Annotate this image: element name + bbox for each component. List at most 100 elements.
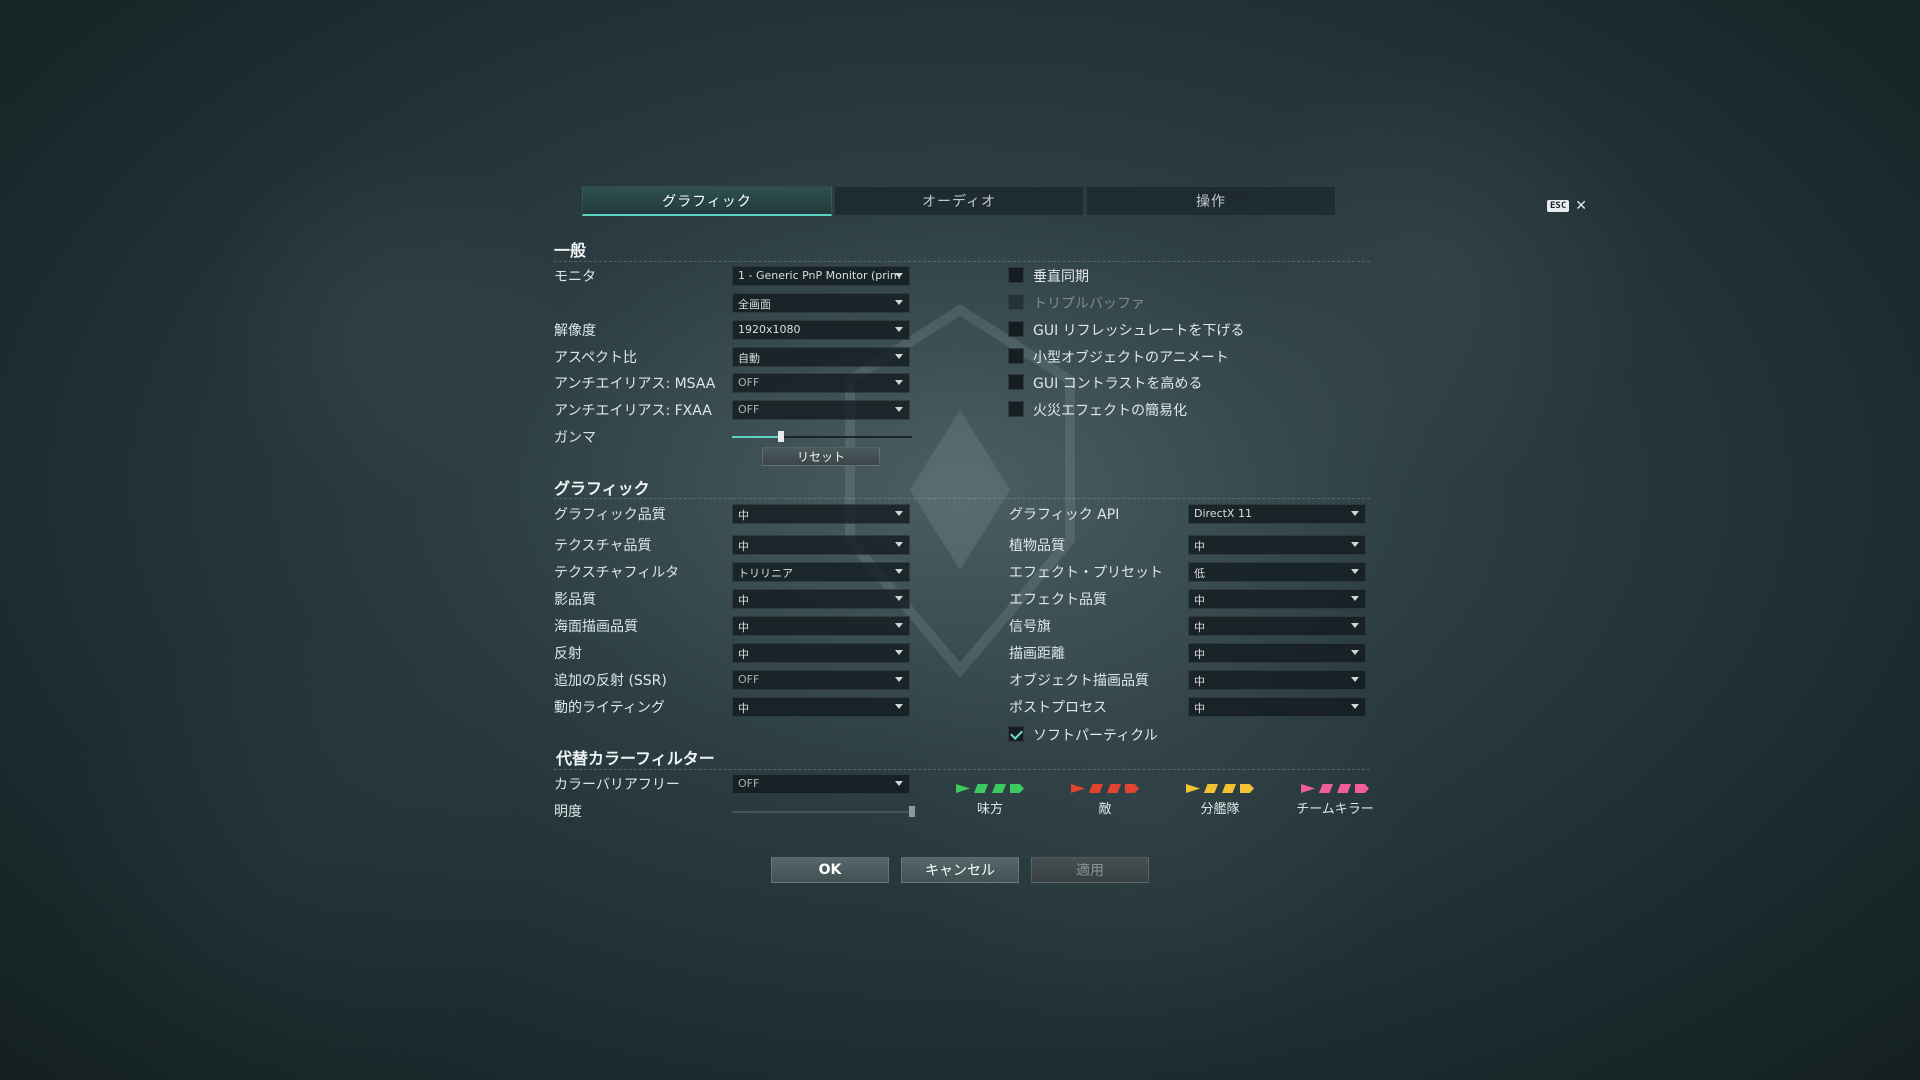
ship-marker-icon — [1355, 784, 1369, 793]
dynamic-lighting-label: 動的ライティング — [554, 700, 665, 716]
post-process-label: ポストプロセス — [1009, 700, 1107, 716]
water-quality-label: 海面描画品質 — [554, 619, 638, 635]
aspect-select[interactable]: 自動 — [732, 347, 910, 367]
water-quality-select[interactable]: 中 — [732, 616, 910, 636]
ship-marker-icon — [1186, 784, 1200, 793]
gui-contrast-checkbox[interactable] — [1008, 374, 1024, 390]
colorblind-select[interactable]: OFF — [732, 774, 910, 794]
chevron-down-icon — [1351, 677, 1359, 682]
chevron-down-icon — [1351, 623, 1359, 628]
chevron-down-icon — [1351, 569, 1359, 574]
ship-marker-icon — [1301, 784, 1315, 793]
shadow-quality-label: 影品質 — [554, 592, 596, 608]
ship-marker-icon — [1319, 784, 1333, 793]
object-quality-select[interactable]: 中 — [1188, 670, 1366, 690]
vsync-checkbox[interactable] — [1008, 267, 1024, 283]
ship-marker-icon — [1337, 784, 1351, 793]
chevron-down-icon — [895, 273, 903, 278]
vsync-label: 垂直同期 — [1033, 269, 1089, 285]
section-title-graphics: グラフィック — [554, 479, 650, 498]
chevron-down-icon — [895, 781, 903, 786]
ship-marker-icon — [956, 784, 970, 793]
gamma-slider-handle[interactable] — [777, 431, 784, 442]
reset-button[interactable]: リセット — [762, 447, 880, 466]
gui-refresh-checkbox[interactable] — [1008, 321, 1024, 337]
vegetation-quality-select[interactable]: 中 — [1188, 535, 1366, 555]
ship-marker-icon — [1089, 784, 1103, 793]
ship-marker-icon — [974, 784, 988, 793]
ship-marker-icon — [1071, 784, 1085, 793]
post-process-select[interactable]: 中 — [1188, 697, 1366, 717]
section-title-color-filter: 代替カラーフィルター — [556, 749, 715, 768]
effect-quality-select[interactable]: 中 — [1188, 589, 1366, 609]
ssr-select[interactable]: OFF — [732, 670, 910, 690]
tab-audio[interactable]: オーディオ — [834, 186, 1084, 216]
gui-contrast-label: GUI コントラストを高める — [1033, 376, 1203, 392]
effect-quality-label: エフェクト品質 — [1009, 592, 1107, 608]
chevron-down-icon — [1351, 542, 1359, 547]
graphics-api-select[interactable]: DirectX 11 — [1188, 504, 1366, 524]
texture-quality-select[interactable]: 中 — [732, 535, 910, 555]
apply-button[interactable]: 適用 — [1031, 857, 1149, 883]
fxaa-label: アンチエイリアス: FXAA — [554, 403, 712, 419]
effect-preset-select[interactable]: 低 — [1188, 562, 1366, 582]
soft-particles-checkbox[interactable] — [1008, 726, 1024, 742]
graphics-quality-label: グラフィック品質 — [554, 507, 666, 523]
fire-effect-checkbox[interactable] — [1008, 401, 1024, 417]
close-icon[interactable]: ✕ — [1575, 198, 1587, 214]
chevron-down-icon — [895, 596, 903, 601]
section-title-general: 一般 — [554, 241, 587, 260]
signal-flags-select[interactable]: 中 — [1188, 616, 1366, 636]
monitor-select[interactable]: 1 - Generic PnP Monitor (prim — [732, 266, 910, 286]
gui-refresh-label: GUI リフレッシュレートを下げる — [1033, 323, 1245, 339]
fire-effect-label: 火災エフェクトの簡易化 — [1033, 403, 1187, 419]
chevron-down-icon — [895, 704, 903, 709]
texture-quality-label: テクスチャ品質 — [554, 538, 652, 554]
object-quality-label: オブジェクト描画品質 — [1009, 673, 1149, 689]
ally-ship-icons — [940, 784, 1040, 796]
cancel-button[interactable]: キャンセル — [901, 857, 1019, 883]
ssr-label: 追加の反射 (SSR) — [554, 673, 667, 689]
legend-ally-label: 味方 — [976, 802, 1003, 817]
ship-marker-icon — [1125, 784, 1139, 793]
gamma-label: ガンマ — [554, 430, 596, 446]
reflection-label: 反射 — [554, 646, 582, 662]
team-killer-ship-icons — [1285, 784, 1385, 796]
ok-button[interactable]: OK — [771, 857, 889, 883]
ship-marker-icon — [1107, 784, 1121, 793]
close-control[interactable]: ESC ✕ — [1547, 198, 1587, 214]
fxaa-select[interactable]: OFF — [732, 400, 910, 420]
legend-team-killer-label: チームキラー — [1296, 802, 1374, 817]
tab-controls[interactable]: 操作 — [1086, 186, 1336, 216]
triple-buffer-label: トリプルバッファ — [1033, 296, 1145, 312]
small-object-anim-checkbox[interactable] — [1008, 348, 1024, 364]
aspect-label: アスペクト比 — [554, 350, 638, 366]
brightness-slider[interactable] — [732, 806, 915, 817]
tab-bar: グラフィック オーディオ 操作 — [582, 186, 1336, 216]
shadow-quality-select[interactable]: 中 — [732, 589, 910, 609]
window-mode-select[interactable]: 全画面 — [732, 293, 910, 313]
section-divider — [554, 261, 1370, 262]
gamma-slider[interactable] — [732, 431, 912, 442]
chevron-down-icon — [1351, 650, 1359, 655]
resolution-select[interactable]: 1920x1080 — [732, 320, 910, 340]
msaa-select[interactable]: OFF — [732, 373, 910, 393]
texture-filter-select[interactable]: トリリニア — [732, 562, 910, 582]
chevron-down-icon — [1351, 511, 1359, 516]
tab-graphics[interactable]: グラフィック — [582, 186, 832, 216]
colorblind-label: カラーバリアフリー — [554, 777, 680, 793]
graphics-quality-select[interactable]: 中 — [732, 504, 910, 524]
chevron-down-icon — [1351, 596, 1359, 601]
division-ship-icons — [1170, 784, 1270, 796]
draw-distance-select[interactable]: 中 — [1188, 643, 1366, 663]
monitor-label: モニタ — [554, 269, 596, 285]
triple-buffer-checkbox[interactable] — [1008, 294, 1024, 310]
chevron-down-icon — [895, 569, 903, 574]
chevron-down-icon — [895, 327, 903, 332]
chevron-down-icon — [895, 511, 903, 516]
graphics-api-label: グラフィック API — [1009, 507, 1120, 523]
dynamic-lighting-select[interactable]: 中 — [732, 697, 910, 717]
color-legend: 味方 敵 分艦隊 チームキラー — [940, 784, 1374, 824]
brightness-slider-handle[interactable] — [909, 806, 915, 817]
reflection-select[interactable]: 中 — [732, 643, 910, 663]
